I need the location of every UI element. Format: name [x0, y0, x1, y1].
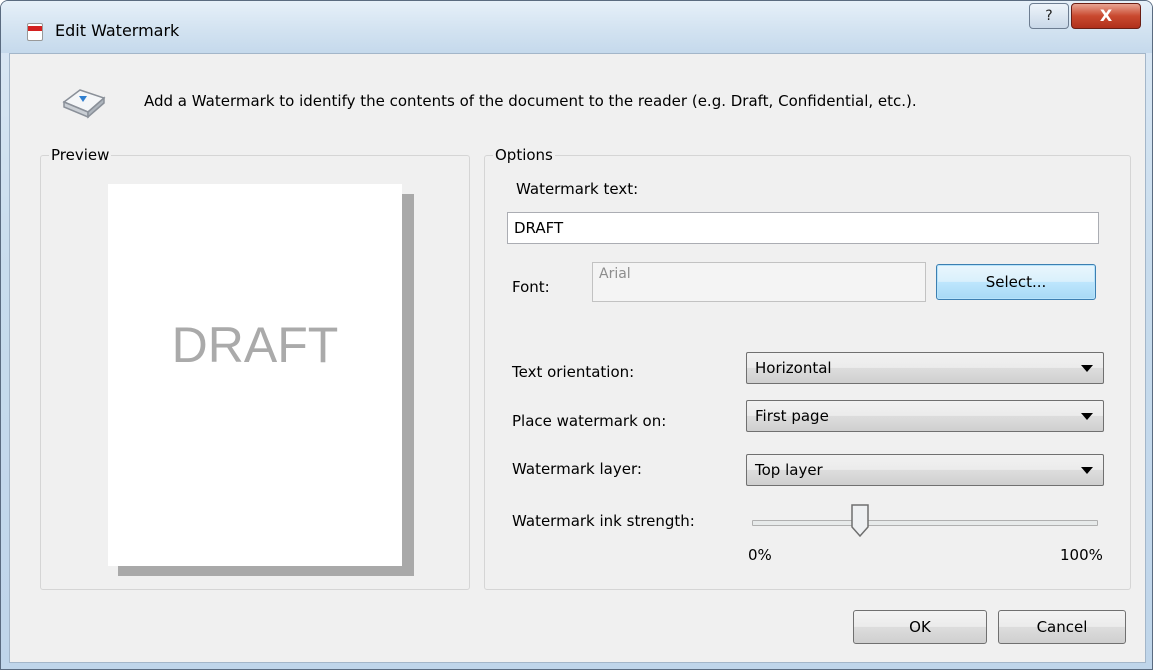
font-label: Font:	[512, 278, 550, 296]
slider-thumb[interactable]	[850, 503, 870, 539]
layer-label: Watermark layer:	[512, 460, 642, 478]
watermark-stamp-icon	[62, 89, 106, 119]
close-button[interactable]: X	[1071, 3, 1141, 29]
select-font-button[interactable]: Select...	[936, 264, 1096, 300]
chevron-down-icon	[1081, 365, 1093, 372]
layer-value: Top layer	[755, 461, 823, 479]
cancel-button[interactable]: Cancel	[998, 610, 1126, 644]
place-value: First page	[755, 407, 829, 425]
chevron-down-icon	[1081, 467, 1093, 474]
preview-legend: Preview	[51, 146, 110, 164]
options-legend: Options	[495, 146, 553, 164]
preview-page: DRAFT	[108, 184, 402, 566]
help-button[interactable]: ?	[1029, 3, 1069, 29]
ok-button[interactable]: OK	[853, 610, 987, 644]
info-text: Add a Watermark to identify the contents…	[144, 92, 917, 110]
orientation-value: Horizontal	[755, 359, 832, 377]
dialog-title: Edit Watermark	[55, 21, 180, 40]
font-field: Arial	[592, 262, 926, 302]
place-dropdown[interactable]: First page	[746, 400, 1104, 432]
title-bar[interactable]: Edit Watermark ? X	[1, 1, 1152, 53]
strength-label: Watermark ink strength:	[512, 512, 695, 530]
document-icon	[27, 23, 43, 41]
dialog-body: Add a Watermark to identify the contents…	[9, 53, 1146, 663]
layer-dropdown[interactable]: Top layer	[746, 454, 1104, 486]
edit-watermark-dialog: Edit Watermark ? X Add a Watermark to id…	[0, 0, 1153, 670]
chevron-down-icon	[1081, 413, 1093, 420]
strength-min-label: 0%	[748, 546, 772, 564]
orientation-label: Text orientation:	[512, 363, 635, 381]
strength-max-label: 100%	[1060, 546, 1103, 564]
preview-watermark-text: DRAFT	[171, 317, 339, 373]
strength-slider[interactable]	[752, 504, 1098, 538]
watermark-text-label: Watermark text:	[516, 180, 639, 198]
orientation-dropdown[interactable]: Horizontal	[746, 352, 1104, 384]
watermark-text-input[interactable]: DRAFT	[507, 212, 1099, 244]
place-label: Place watermark on:	[512, 412, 667, 430]
